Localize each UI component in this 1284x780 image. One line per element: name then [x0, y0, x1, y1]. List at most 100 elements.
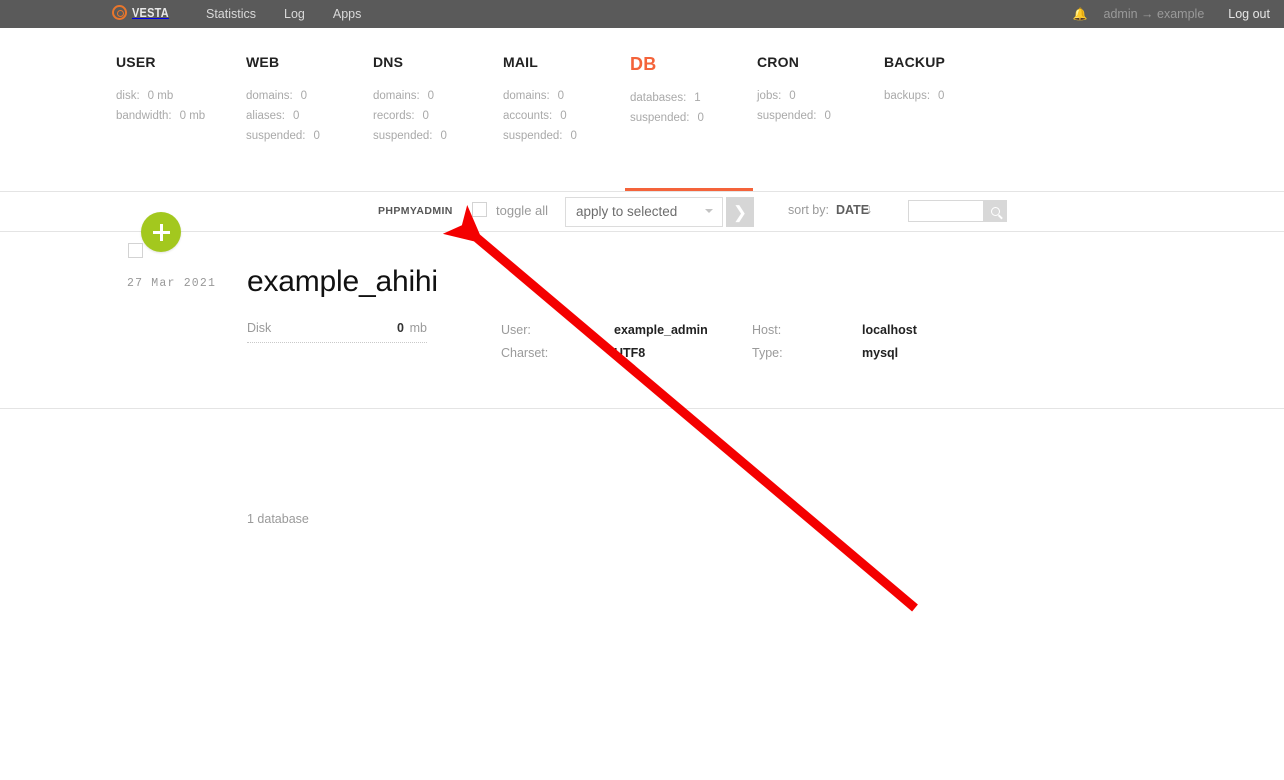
- record-field-user-value: example_admin: [614, 323, 708, 337]
- stat-row: bandwidth: 0 mb: [116, 106, 205, 126]
- phpmyadmin-link[interactable]: PHPMYADMIN: [378, 205, 453, 217]
- stat-row: jobs: 0: [757, 86, 831, 106]
- stat-key: aliases:: [246, 110, 285, 122]
- plus-icon-vertical: [159, 223, 163, 241]
- database-count-label: 1 database: [247, 512, 309, 526]
- top-right-group: 🔔 admin → example Log out: [1073, 0, 1270, 28]
- stat-row: domains: 0: [503, 86, 577, 106]
- stat-column-user[interactable]: USER disk: 0 mb bandwidth: 0 mb: [116, 54, 205, 126]
- stat-key: backups:: [884, 90, 931, 102]
- stat-key: suspended:: [757, 110, 817, 122]
- logout-link[interactable]: Log out: [1228, 7, 1270, 21]
- record-field-user-value-wrap: example_admin: [614, 323, 708, 337]
- stat-value: 0: [824, 110, 831, 122]
- stat-column-web[interactable]: WEB domains: 0 aliases: 0 suspended: 0: [246, 54, 320, 146]
- stat-value: 0: [570, 130, 577, 142]
- stat-value: 0 mb: [147, 90, 174, 102]
- toggle-all-checkbox[interactable]: [472, 202, 487, 217]
- stat-value: 0 mb: [179, 110, 206, 122]
- record-disk-usage: Disk 0 mb: [247, 321, 427, 343]
- search-icon: [991, 206, 1000, 216]
- stat-column-dns[interactable]: DNS domains: 0 records: 0 suspended: 0: [373, 54, 447, 146]
- record-field-charset-value-wrap: UTF8: [614, 346, 645, 360]
- vesta-logo[interactable]: VESTA: [112, 5, 176, 20]
- stat-value: 0: [440, 130, 447, 142]
- stat-key: domains:: [373, 90, 420, 102]
- stat-row: backups: 0: [884, 86, 945, 106]
- stat-title-dns: DNS: [373, 54, 404, 70]
- sort-by-value[interactable]: DATE: [836, 203, 869, 217]
- stat-row: suspended: 0: [757, 106, 831, 126]
- stat-column-db[interactable]: DB databases: 1 suspended: 0: [630, 54, 704, 128]
- record-field-type-value-wrap: mysql: [862, 346, 898, 360]
- sort-by-label: sort by:: [788, 203, 829, 217]
- nav-item-log[interactable]: Log: [270, 0, 319, 28]
- record-date: 27 Mar 2021: [127, 277, 217, 290]
- record-name[interactable]: example_ahihi: [247, 265, 438, 299]
- stat-row: suspended: 0: [373, 126, 447, 146]
- search-input[interactable]: [908, 200, 984, 222]
- stat-row: accounts: 0: [503, 106, 577, 126]
- stat-row: disk: 0 mb: [116, 86, 205, 106]
- add-database-button[interactable]: [141, 212, 181, 252]
- stat-value: 0: [938, 90, 945, 102]
- record-field-host-value: localhost: [862, 323, 917, 337]
- stat-title-backup: BACKUP: [884, 54, 946, 70]
- stat-value: 0: [789, 90, 796, 102]
- stat-row: domains: 0: [246, 86, 320, 106]
- stat-title-web: WEB: [246, 54, 280, 70]
- stat-value: 0: [427, 90, 435, 102]
- stat-row: suspended: 0: [246, 126, 320, 146]
- active-tab-underline-db: [625, 188, 753, 191]
- user-switch-link[interactable]: admin → example: [1104, 7, 1205, 21]
- apply-to-selected-value: apply to selected: [576, 204, 678, 219]
- database-record-row: 27 Mar 2021 example_ahihi Disk 0 mb User…: [0, 232, 1284, 409]
- stat-key: suspended:: [373, 130, 433, 142]
- stat-column-mail[interactable]: MAIL domains: 0 accounts: 0 suspended: 0: [503, 54, 577, 146]
- record-field-user-label: User:: [501, 323, 531, 337]
- record-field-type-value: mysql: [862, 346, 899, 360]
- record-field-type: Type:: [752, 346, 783, 360]
- sort-direction-icon[interactable]: ↓: [866, 202, 872, 216]
- stat-value: 0: [300, 90, 308, 102]
- stat-column-backup[interactable]: BACKUP backups: 0: [884, 54, 945, 106]
- stat-key: disk:: [116, 90, 140, 102]
- stat-value: 0: [313, 130, 320, 142]
- search-button[interactable]: [984, 200, 1007, 222]
- record-divider: [0, 408, 1284, 409]
- record-disk-label: Disk: [247, 321, 272, 335]
- bell-icon[interactable]: 🔔: [1073, 7, 1088, 21]
- record-disk-unit: mb: [409, 321, 427, 335]
- record-field-user: User:: [501, 323, 531, 337]
- apply-go-button[interactable]: ❯: [726, 197, 754, 227]
- stat-key: accounts:: [503, 110, 553, 122]
- chevron-right-icon: ❯: [732, 202, 748, 222]
- stat-value: 1: [694, 92, 701, 104]
- top-bar: VESTA Statistics Log Apps 🔔 admin → exam…: [0, 0, 1284, 28]
- record-field-charset: Charset:: [501, 346, 548, 360]
- toggle-all-label[interactable]: toggle all: [496, 203, 548, 218]
- stat-key: bandwidth:: [116, 110, 172, 122]
- record-checkbox[interactable]: [128, 243, 143, 258]
- record-field-charset-label: Charset:: [501, 346, 549, 360]
- stats-panel: USER disk: 0 mb bandwidth: 0 mb WEB domain…: [0, 28, 1284, 192]
- record-field-host-label: Host:: [752, 323, 782, 337]
- stat-key: domains:: [246, 90, 293, 102]
- vesta-logo-text: VESTA: [132, 5, 169, 20]
- stat-key: suspended:: [246, 130, 306, 142]
- vesta-ring-icon: [112, 5, 127, 20]
- stat-title-cron: CRON: [757, 54, 800, 70]
- stat-key: jobs:: [757, 90, 782, 102]
- stat-row: domains: 0: [373, 86, 447, 106]
- stat-row: suspended: 0: [503, 126, 577, 146]
- stat-value: 0: [293, 110, 300, 122]
- record-disk-value: 0: [397, 321, 404, 335]
- nav-item-apps[interactable]: Apps: [319, 0, 376, 28]
- stat-column-cron[interactable]: CRON jobs: 0 suspended: 0: [757, 54, 831, 126]
- stat-row: databases: 1: [630, 88, 704, 108]
- nav-item-statistics[interactable]: Statistics: [192, 0, 270, 28]
- apply-to-selected-select[interactable]: apply to selected: [565, 197, 723, 227]
- stat-title-db: DB: [630, 54, 657, 74]
- stat-value: 0: [422, 110, 429, 122]
- stat-value: 0: [697, 112, 704, 124]
